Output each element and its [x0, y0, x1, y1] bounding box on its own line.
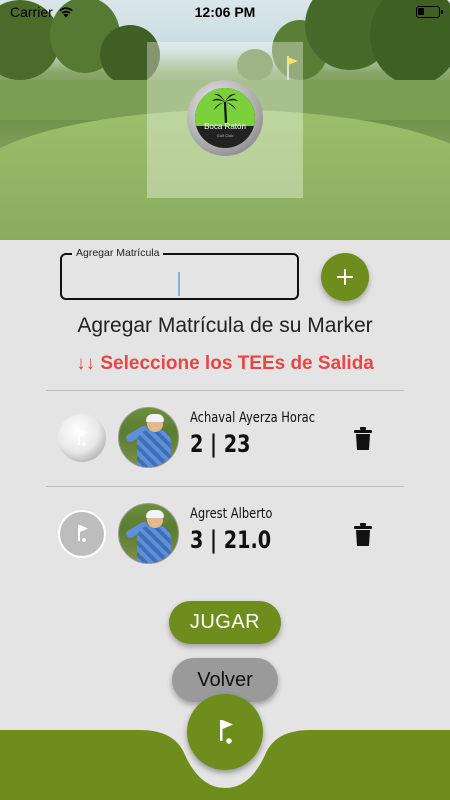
- golf-flag-icon: [220, 720, 233, 744]
- golf-flag-icon: [78, 429, 88, 446]
- divider: [46, 486, 404, 487]
- tee-selector-grey[interactable]: [58, 510, 106, 558]
- palm-tree-icon: [212, 93, 238, 124]
- logo-text: Boca Ratón: [204, 122, 246, 131]
- page-title: Agregar Matrícula de su Marker: [77, 314, 373, 337]
- club-logo-card: Boca Ratón Golf Club: [147, 42, 303, 198]
- player-row: Agrest Alberto 3 | 21.0: [46, 494, 404, 574]
- divider: [46, 390, 404, 391]
- golf-flag-icon: [78, 525, 88, 542]
- player-avatar: [118, 503, 179, 564]
- matricula-label: Agregar Matrícula: [72, 247, 164, 259]
- plus-icon: [337, 269, 353, 285]
- text-caret: [178, 272, 180, 296]
- club-logo: Boca Ratón Golf Club: [187, 80, 263, 156]
- carrier-label: Carrier: [10, 4, 53, 20]
- jugar-button[interactable]: JUGAR: [169, 601, 281, 644]
- matricula-field[interactable]: Agregar Matrícula: [60, 247, 299, 300]
- play-round-button[interactable]: [187, 694, 263, 770]
- trash-icon[interactable]: [354, 523, 372, 547]
- header-photo: Boca Ratón Golf Club: [0, 0, 450, 240]
- add-matricula-button[interactable]: [321, 253, 369, 301]
- status-bar: Carrier 12:06 PM: [0, 0, 450, 24]
- player-avatar: [118, 407, 179, 468]
- logo-subtext: Golf Club: [216, 133, 234, 138]
- battery-icon: [416, 6, 443, 18]
- player-score: 2 | 23: [190, 430, 251, 458]
- tee-selector-white[interactable]: [58, 414, 106, 462]
- trash-icon[interactable]: [354, 427, 372, 451]
- player-row: Achaval Ayerza Horac 2 | 23: [46, 398, 404, 478]
- player-score: 3 | 21.0: [190, 526, 272, 554]
- player-name: Achaval Ayerza Horac: [190, 410, 316, 426]
- player-name: Agrest Alberto: [190, 506, 273, 522]
- wifi-icon: [58, 7, 73, 18]
- tee-warning: ↓↓ Seleccione los TEEs de Salida: [76, 353, 374, 374]
